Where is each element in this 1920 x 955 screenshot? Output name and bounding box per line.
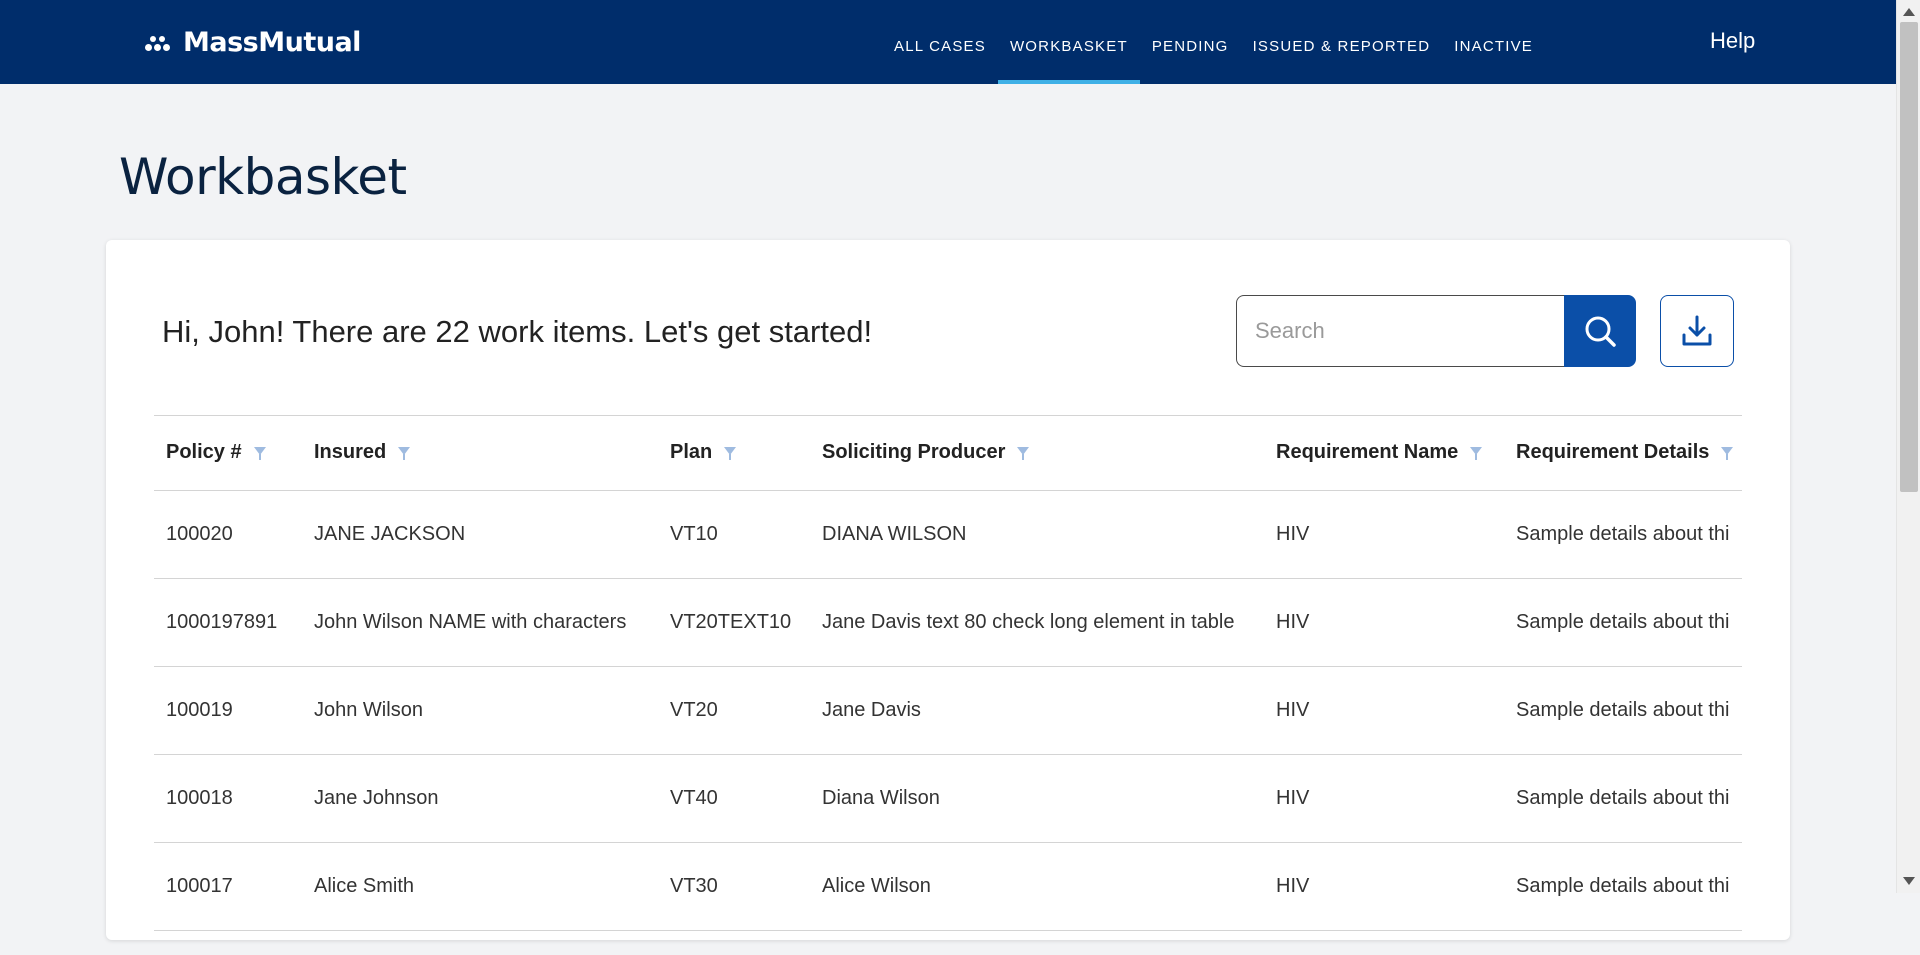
greeting-prefix: Hi, John! There are xyxy=(162,314,436,349)
filter-icon[interactable] xyxy=(724,446,737,460)
brand-name: MassMutual xyxy=(183,26,361,58)
massmutual-logo[interactable]: MassMutual xyxy=(145,24,361,60)
cell-producer: Diana Wilson xyxy=(810,754,1264,843)
cell-requirement-details: Sample details about thi xyxy=(1504,666,1742,755)
cell-requirement-details: Sample details about thi xyxy=(1504,842,1742,931)
cell-producer: Alice Wilson xyxy=(810,842,1264,931)
cell-policy: 1000197891 xyxy=(154,578,302,667)
greeting-message: Hi, John! There are 22 work items. Let's… xyxy=(162,314,872,350)
help-link[interactable]: Help xyxy=(1710,28,1755,54)
cell-producer: Jane Davis text 80 check long element in… xyxy=(810,578,1264,667)
cell-requirement-name: HIV xyxy=(1264,754,1504,843)
cell-requirement-details: Sample details about thi xyxy=(1504,578,1742,667)
top-navigation-bar: MassMutual ALL CASES WORKBASKET PENDING … xyxy=(0,0,1896,84)
cell-plan: VT40 xyxy=(658,754,810,843)
table-row[interactable]: 100020 JANE JACKSON VT10 DIANA WILSON HI… xyxy=(154,490,1742,579)
workbasket-card: Hi, John! There are 22 work items. Let's… xyxy=(106,240,1790,940)
nav-pending[interactable]: PENDING xyxy=(1140,0,1241,84)
nav-inactive[interactable]: INACTIVE xyxy=(1442,0,1545,84)
search-input[interactable] xyxy=(1236,295,1565,367)
column-header-plan[interactable]: Plan xyxy=(658,416,810,491)
nav-all-cases[interactable]: ALL CASES xyxy=(882,0,998,84)
cell-producer: DIANA WILSON xyxy=(810,490,1264,579)
page-title: Workbasket xyxy=(119,148,407,206)
table-row[interactable]: 100018 Jane Johnson VT40 Diana Wilson HI… xyxy=(154,754,1742,843)
filter-icon[interactable] xyxy=(398,446,411,460)
cell-plan: VT30 xyxy=(658,842,810,931)
filter-icon[interactable] xyxy=(1017,446,1030,460)
search-icon xyxy=(1585,316,1616,347)
filter-icon[interactable] xyxy=(253,446,266,460)
search-group xyxy=(1236,295,1636,367)
cell-plan: VT20 xyxy=(658,666,810,755)
table-header-row: Policy # Insured Plan Soliciting Produce… xyxy=(154,416,1742,491)
cell-requirement-name: HIV xyxy=(1264,666,1504,755)
scroll-down-arrow-icon[interactable] xyxy=(1903,877,1915,885)
search-button[interactable] xyxy=(1564,295,1636,367)
table-row[interactable]: 1000197891 John Wilson NAME with charact… xyxy=(154,578,1742,667)
cell-insured: John Wilson NAME with characters xyxy=(302,578,658,667)
scrollbar-thumb[interactable] xyxy=(1900,22,1918,492)
vertical-scrollbar[interactable] xyxy=(1896,0,1920,893)
table-row[interactable]: 100019 John Wilson VT20 Jane Davis HIV S… xyxy=(154,666,1742,755)
work-items-table-container[interactable]: Policy # Insured Plan Soliciting Produce… xyxy=(154,415,1742,955)
column-header-soliciting-producer[interactable]: Soliciting Producer xyxy=(810,416,1264,491)
nav-workbasket[interactable]: WORKBASKET xyxy=(997,0,1140,84)
logo-dots-icon xyxy=(145,31,175,53)
cell-plan: VT10 xyxy=(658,490,810,579)
cell-policy: 100017 xyxy=(154,842,302,931)
download-button[interactable] xyxy=(1660,295,1734,367)
cell-requirement-name: HIV xyxy=(1264,842,1504,931)
work-item-count: 22 xyxy=(435,314,470,349)
cell-insured: John Wilson xyxy=(302,666,658,755)
cell-requirement-name: HIV xyxy=(1264,490,1504,579)
work-items-table: Policy # Insured Plan Soliciting Produce… xyxy=(154,416,1742,931)
cell-insured: Jane Johnson xyxy=(302,754,658,843)
greeting-suffix: work items. Let's get started! xyxy=(469,314,873,349)
table-row[interactable]: 100017 Alice Smith VT30 Alice Wilson HIV… xyxy=(154,842,1742,931)
filter-icon[interactable] xyxy=(1470,446,1483,460)
cell-policy: 100019 xyxy=(154,666,302,755)
cell-requirement-details: Sample details about thi xyxy=(1504,754,1742,843)
column-header-insured[interactable]: Insured xyxy=(302,416,658,491)
cell-insured: Alice Smith xyxy=(302,842,658,931)
nav-issued-reported[interactable]: ISSUED & REPORTED xyxy=(1241,0,1443,84)
scroll-up-arrow-icon[interactable] xyxy=(1903,8,1915,16)
cell-policy: 100018 xyxy=(154,754,302,843)
download-icon xyxy=(1682,315,1712,346)
cell-policy: 100020 xyxy=(154,490,302,579)
column-header-requirement-name[interactable]: Requirement Name xyxy=(1264,416,1504,491)
column-header-policy[interactable]: Policy # xyxy=(154,416,302,491)
main-nav: ALL CASES WORKBASKET PENDING ISSUED & RE… xyxy=(882,0,1545,84)
filter-icon[interactable] xyxy=(1721,446,1734,460)
cell-plan: VT20TEXT10 xyxy=(658,578,810,667)
cell-producer: Jane Davis xyxy=(810,666,1264,755)
column-header-requirement-details[interactable]: Requirement Details xyxy=(1504,416,1742,491)
cell-requirement-name: HIV xyxy=(1264,578,1504,667)
cell-requirement-details: Sample details about thi xyxy=(1504,490,1742,579)
cell-insured: JANE JACKSON xyxy=(302,490,658,579)
